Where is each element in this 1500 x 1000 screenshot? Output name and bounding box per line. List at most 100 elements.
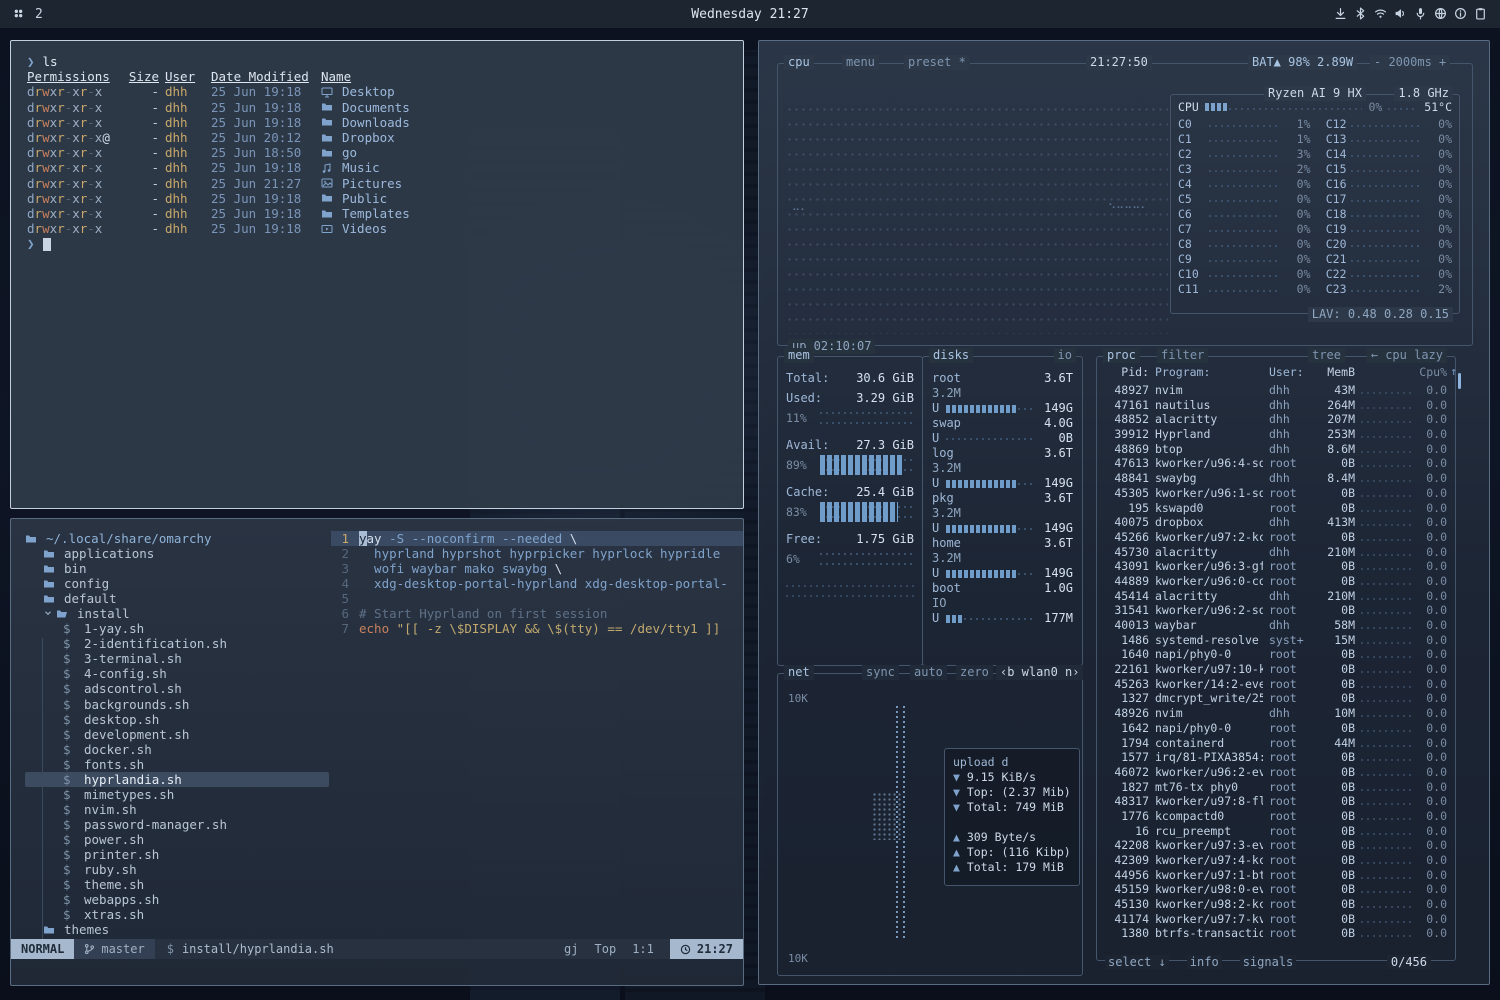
launcher-icon[interactable]: [12, 7, 26, 21]
proc-row[interactable]: 42208kworker/u97:3-evroot0B0.0: [1105, 838, 1447, 853]
tree-item-nvim.sh[interactable]: $nvim.sh: [25, 802, 331, 817]
tree-item-ruby.sh[interactable]: $ruby.sh: [25, 862, 331, 877]
proc-row[interactable]: 1776kcompactd0root0B0.0: [1105, 809, 1447, 824]
proc-row[interactable]: 48852alacrittydhh207M0.0: [1105, 412, 1447, 427]
tree-item-1-yay.sh[interactable]: $1-yay.sh: [25, 621, 331, 636]
proc-row[interactable]: 16rcu_preemptroot0B0.0: [1105, 824, 1447, 839]
download-icon[interactable]: [1334, 7, 1348, 21]
proc-header[interactable]: Pid: Program: User: MemB Cpu%: [1105, 365, 1447, 379]
tree-item-mimetypes.sh[interactable]: $mimetypes.sh: [25, 787, 331, 802]
code-line[interactable]: 5: [331, 591, 743, 606]
code-line[interactable]: 3 wofi waybar mako swaybg \: [331, 561, 743, 576]
tree-item-adscontrol.sh[interactable]: $adscontrol.sh: [25, 681, 331, 696]
globe-icon[interactable]: [1434, 7, 1448, 21]
clipboard-icon[interactable]: [1474, 7, 1488, 21]
proc-row[interactable]: 31541kworker/u96:2-sdroot0B0.0: [1105, 603, 1447, 618]
microphone-icon[interactable]: [1414, 7, 1428, 21]
proc-row[interactable]: 195kswapd0root0B0.0: [1105, 501, 1447, 516]
user-header[interactable]: User:: [1269, 365, 1311, 379]
signals-hint[interactable]: signals: [1240, 955, 1297, 969]
tree-item-development.sh[interactable]: $development.sh: [25, 727, 331, 742]
tree-item-desktop.sh[interactable]: $desktop.sh: [25, 712, 331, 727]
update-interval-control[interactable]: - 2000ms +: [1370, 55, 1450, 70]
net-box-title[interactable]: net: [784, 665, 814, 680]
tree-item-docker.sh[interactable]: $docker.sh: [25, 742, 331, 757]
net-interface[interactable]: ‹b wlan0 n›: [996, 665, 1083, 680]
workspace-indicator[interactable]: 2: [35, 7, 43, 22]
proc-row[interactable]: 48841swaybgdhh8.4M0.0: [1105, 471, 1447, 486]
proc-row[interactable]: 1380btrfs-transactioroot0B0.0: [1105, 926, 1447, 941]
filter-button[interactable]: filter: [1157, 348, 1208, 363]
proc-row[interactable]: 47613kworker/u96:4-sdroot0B0.0: [1105, 456, 1447, 471]
mem-header[interactable]: MemB: [1317, 365, 1355, 379]
tree-item-4-config.sh[interactable]: $4-config.sh: [25, 666, 331, 681]
tree-item-config[interactable]: config: [25, 576, 331, 591]
proc-row[interactable]: 1640napi/phy0-0root0B0.0: [1105, 647, 1447, 662]
proc-row[interactable]: 45414alacrittydhh210M0.0: [1105, 589, 1447, 604]
proc-row[interactable]: 39912Hyprlanddhh253M0.0: [1105, 427, 1447, 442]
code-line[interactable]: 2 hyprland hyprshot hyprpicker hyprlock …: [331, 546, 743, 561]
proc-row[interactable]: 47161nautilusdhh264M0.0: [1105, 398, 1447, 413]
tree-item-theme.sh[interactable]: $theme.sh: [25, 877, 331, 892]
tree-item-themes[interactable]: themes: [25, 922, 331, 937]
sort-direction-icon[interactable]: ↑: [1450, 365, 1457, 378]
tree-root[interactable]: ~/.local/share/omarchy: [25, 531, 331, 546]
proc-row[interactable]: 48926nvimdhh10M0.0: [1105, 706, 1447, 721]
tree-item-install[interactable]: install: [25, 606, 331, 621]
proc-row[interactable]: 45159kworker/u98:0-evroot0B0.0: [1105, 882, 1447, 897]
tree-item-power.sh[interactable]: $power.sh: [25, 832, 331, 847]
proc-row[interactable]: 41174kworker/u97:7-kvroot0B0.0: [1105, 912, 1447, 927]
proc-row[interactable]: 1327dmcrypt_write/25root0B0.0: [1105, 691, 1447, 706]
sort-mode[interactable]: ← cpu lazy: [1367, 348, 1447, 363]
git-branch[interactable]: master: [74, 939, 154, 959]
tree-item-backgrounds.sh[interactable]: $backgrounds.sh: [25, 697, 331, 712]
proc-row[interactable]: 1794containerdroot44M0.0: [1105, 736, 1447, 751]
proc-row[interactable]: 44889kworker/u96:0-coroot0B0.0: [1105, 574, 1447, 589]
tree-toggle[interactable]: tree: [1308, 348, 1345, 363]
terminal-prompt-line[interactable]: ❯: [27, 236, 727, 251]
proc-row[interactable]: 22161kworker/u97:10-kroot0B0.0: [1105, 662, 1447, 677]
cpu-header[interactable]: Cpu%: [1419, 365, 1447, 379]
info-hint[interactable]: info: [1187, 955, 1222, 969]
proc-box-title[interactable]: proc: [1103, 348, 1140, 363]
code-line[interactable]: 6# Start Hyprland on first session: [331, 606, 743, 621]
terminal-cursor[interactable]: [43, 238, 51, 251]
menu-button[interactable]: menu: [842, 55, 879, 70]
tree-item-xtras.sh[interactable]: $xtras.sh: [25, 907, 331, 922]
net-zero-toggle[interactable]: zero: [956, 665, 993, 680]
tree-item-2-identification.sh[interactable]: $2-identification.sh: [25, 636, 331, 651]
proc-row[interactable]: 43091kworker/u96:3-gfroot0B0.0: [1105, 559, 1447, 574]
proc-row[interactable]: 1486systemd-resolvesyst+15M0.0: [1105, 633, 1447, 648]
select-hint[interactable]: select ↓: [1105, 955, 1169, 969]
proc-row[interactable]: 45730alacrittydhh210M0.0: [1105, 545, 1447, 560]
bluetooth-icon[interactable]: [1354, 7, 1368, 21]
proc-row[interactable]: 44956kworker/u97:1-btroot0B0.0: [1105, 868, 1447, 883]
proc-row[interactable]: 45305kworker/u96:1-sdroot0B0.0: [1105, 486, 1447, 501]
code-line[interactable]: 4 xdg-desktop-portal-hyprland xdg-deskto…: [331, 576, 743, 591]
cpu-box-title[interactable]: cpu: [784, 55, 814, 70]
tree-item-bin[interactable]: bin: [25, 561, 331, 576]
proc-row[interactable]: 1642napi/phy0-0root0B0.0: [1105, 721, 1447, 736]
tree-item-default[interactable]: default: [25, 591, 331, 606]
tree-item-printer.sh[interactable]: $printer.sh: [25, 847, 331, 862]
net-auto-toggle[interactable]: auto: [910, 665, 947, 680]
proc-row[interactable]: 40013waybardhh58M0.0: [1105, 618, 1447, 633]
tree-item-hyprlandia.sh[interactable]: $hyprlandia.sh: [25, 772, 329, 787]
tree-item-password-manager.sh[interactable]: $password-manager.sh: [25, 817, 331, 832]
proc-row[interactable]: 45266kworker/u97:2-kcroot0B0.0: [1105, 530, 1447, 545]
code-line[interactable]: 7echo "[[ -z \$DISPLAY && \$(tty) == /de…: [331, 621, 743, 636]
proc-row[interactable]: 40075dropboxdhh413M0.0: [1105, 515, 1447, 530]
mem-box-title[interactable]: mem: [784, 348, 814, 363]
proc-row[interactable]: 42309kworker/u97:4-kcroot0B0.0: [1105, 853, 1447, 868]
program-header[interactable]: Program:: [1155, 365, 1263, 379]
proc-row[interactable]: 46072kworker/u96:2-evroot0B0.0: [1105, 765, 1447, 780]
proc-row[interactable]: 45130kworker/u98:2-kcroot0B0.0: [1105, 897, 1447, 912]
preset-button[interactable]: preset *: [904, 55, 970, 70]
proc-scrollbar[interactable]: [1458, 373, 1461, 389]
tree-item-3-terminal.sh[interactable]: $3-terminal.sh: [25, 651, 331, 666]
tree-item-webapps.sh[interactable]: $webapps.sh: [25, 892, 331, 907]
pid-header[interactable]: Pid:: [1105, 365, 1149, 379]
info-icon[interactable]: [1454, 7, 1468, 21]
tree-item-fonts.sh[interactable]: $fonts.sh: [25, 757, 331, 772]
code-line[interactable]: 1yay -S --noconfirm --needed \: [331, 531, 743, 546]
